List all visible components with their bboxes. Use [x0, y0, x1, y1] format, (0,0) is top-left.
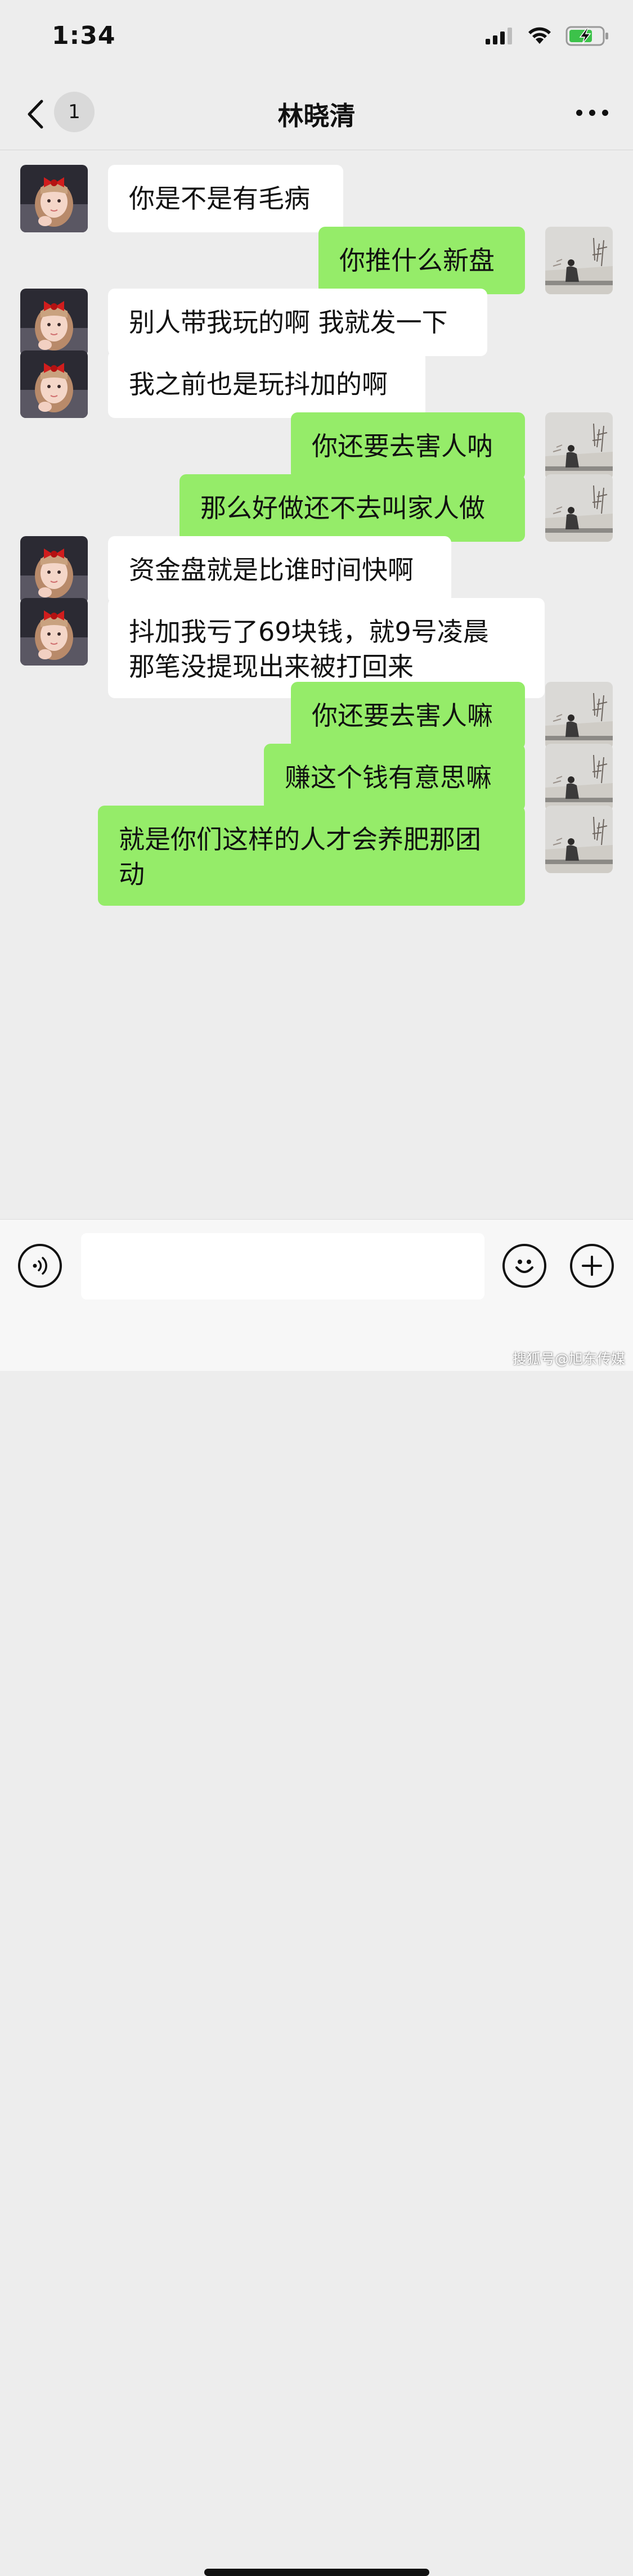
message-input[interactable] [81, 1233, 484, 1300]
status-bar: 1:34 [0, 0, 633, 79]
wifi-icon [528, 27, 551, 44]
incoming-message: 你是不是有毛病 [0, 165, 633, 232]
home-indicator[interactable] [204, 2569, 429, 2576]
message-bubble[interactable]: 别人带我玩的啊 我就发一下 [108, 289, 487, 356]
my-avatar[interactable] [545, 682, 613, 749]
message-bubble[interactable]: 你是不是有毛病 [108, 165, 343, 232]
contact-avatar[interactable] [20, 350, 88, 418]
emoji-button[interactable] [502, 1244, 546, 1288]
voice-button[interactable] [18, 1244, 62, 1288]
more-functions-button[interactable] [570, 1244, 614, 1288]
message-bubble[interactable]: 赚这个钱有意思嘛 [264, 744, 525, 811]
contact-avatar[interactable] [20, 536, 88, 604]
message-bubble[interactable]: 你还要去害人嘛 [291, 682, 525, 749]
battery-charging-icon [565, 26, 608, 46]
contact-avatar[interactable] [20, 289, 88, 356]
outgoing-message: 你推什么新盘 [0, 227, 633, 294]
incoming-message: 别人带我玩的啊 我就发一下 [0, 289, 633, 356]
incoming-message: 资金盘就是比谁时间快啊 [0, 536, 633, 604]
voice-icon [33, 1257, 47, 1275]
outgoing-message: 就是你们这样的人才会养肥那团 动 [0, 806, 633, 906]
message-list[interactable]: 你是不是有毛病 你推什么新盘 别人带我玩的啊 我就发一下 我之前也是玩抖加的啊 你还要去… [0, 150, 633, 1219]
message-bubble[interactable]: 我之前也是玩抖加的啊 [108, 350, 425, 418]
my-avatar[interactable] [545, 744, 613, 811]
my-avatar[interactable] [545, 227, 613, 294]
outgoing-message: 那么好做还不去叫家人做 [0, 474, 633, 542]
message-bubble[interactable]: 资金盘就是比谁时间快啊 [108, 536, 451, 604]
plus-icon [582, 1256, 602, 1276]
status-time: 1:34 [52, 21, 116, 50]
outgoing-message: 你还要去害人呐 [0, 412, 633, 480]
my-avatar[interactable] [545, 474, 613, 542]
message-bubble[interactable]: 就是你们这样的人才会养肥那团 动 [98, 806, 525, 906]
ellipsis-icon [576, 110, 582, 116]
message-bubble[interactable]: 你还要去害人呐 [291, 412, 525, 480]
message-bubble[interactable]: 你推什么新盘 [318, 227, 525, 294]
status-icons [486, 26, 609, 46]
incoming-message: 我之前也是玩抖加的啊 [0, 350, 633, 418]
message-bubble[interactable]: 那么好做还不去叫家人做 [179, 474, 525, 542]
chat-header: 1 林晓清 [0, 79, 633, 150]
watermark: 搜狐号@旭东传媒 [512, 1351, 625, 1367]
cellular-signal-icon [486, 28, 512, 44]
more-options-button[interactable] [576, 110, 608, 116]
contact-avatar[interactable] [20, 165, 88, 232]
smiley-icon [515, 1260, 533, 1273]
outgoing-message: 赚这个钱有意思嘛 [0, 744, 633, 811]
my-avatar[interactable] [545, 806, 613, 873]
contact-avatar[interactable] [20, 598, 88, 666]
chat-title: 林晓清 [277, 101, 356, 131]
outgoing-message: 你还要去害人嘛 [0, 682, 633, 749]
my-avatar[interactable] [545, 412, 613, 480]
